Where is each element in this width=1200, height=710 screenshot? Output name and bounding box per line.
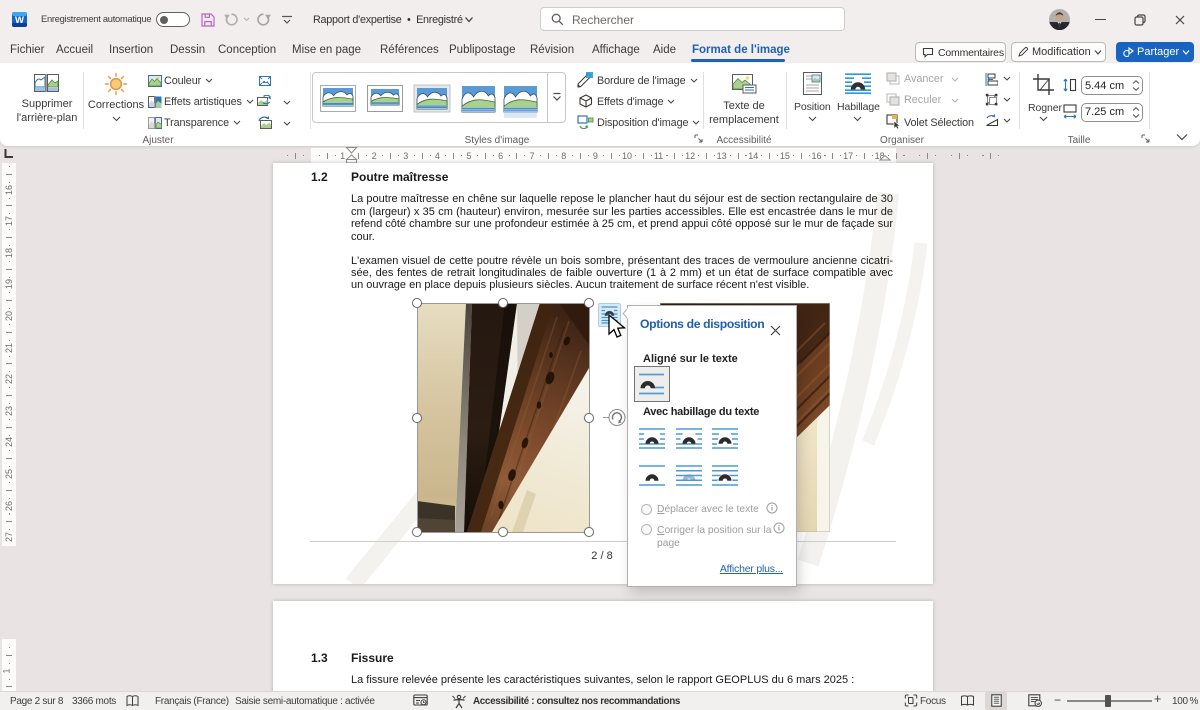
svg-text:W: W xyxy=(15,15,24,26)
